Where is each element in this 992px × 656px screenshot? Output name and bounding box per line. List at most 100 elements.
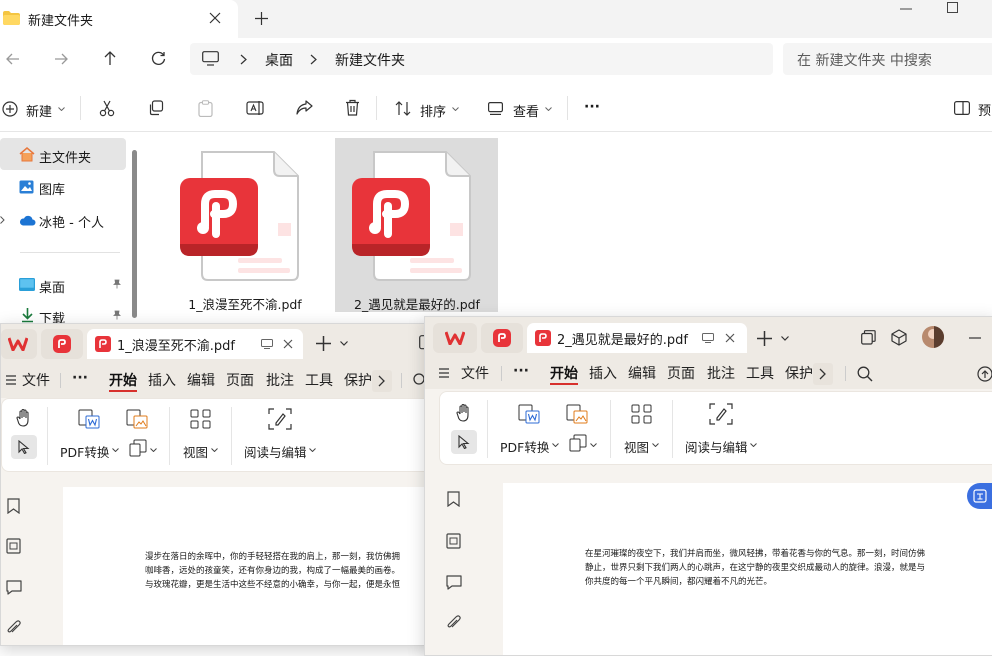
menu-comment[interactable]: 批注 — [266, 370, 294, 390]
hand-tool-icon[interactable] — [456, 404, 472, 422]
menu-more[interactable]: ··· — [72, 370, 88, 386]
minimize-icon[interactable] — [969, 337, 981, 339]
breadcrumb-desktop[interactable]: 桌面 — [265, 50, 293, 70]
preview-pane-icon[interactable] — [954, 101, 970, 115]
pdf-to-image-icon[interactable] — [566, 404, 588, 424]
attachment-icon[interactable] — [446, 615, 462, 631]
copy-icon[interactable] — [148, 100, 164, 116]
forward-icon[interactable] — [54, 52, 68, 66]
bookmark-icon[interactable] — [447, 491, 460, 507]
menu-page[interactable]: 页面 — [226, 370, 254, 390]
address-bar[interactable]: 桌面 新建文件夹 — [190, 43, 773, 75]
hand-tool-icon[interactable] — [16, 409, 32, 427]
view-label[interactable]: 视图 — [624, 437, 649, 456]
menu-edit[interactable]: 编辑 — [187, 370, 215, 390]
select-tool-button[interactable] — [11, 435, 37, 459]
menu-protect[interactable]: 保护 — [344, 370, 372, 390]
menu-scroll-button[interactable] — [813, 363, 833, 385]
read-edit-label[interactable]: 阅读与编辑 — [685, 437, 748, 456]
delete-icon[interactable] — [345, 99, 360, 116]
avatar[interactable] — [922, 326, 944, 348]
wps-doc-tab[interactable]: 1_浪漫至死不渝.pdf — [87, 329, 303, 359]
menu-insert[interactable]: 插入 — [589, 363, 617, 383]
page-tools-icon[interactable] — [129, 439, 147, 457]
new-tab-icon[interactable] — [255, 12, 268, 25]
comment-icon[interactable] — [6, 580, 22, 595]
menu-edit[interactable]: 编辑 — [628, 363, 656, 383]
view-button[interactable]: 查看 — [488, 100, 558, 120]
up-icon[interactable] — [103, 51, 117, 66]
menu-insert[interactable]: 插入 — [148, 370, 176, 390]
upload-cloud-icon[interactable] — [977, 366, 992, 382]
rename-icon[interactable] — [246, 99, 264, 117]
pdf-to-word-icon[interactable] — [518, 404, 540, 424]
wps-home-button[interactable] — [1, 329, 37, 359]
tab-preview-icon[interactable] — [702, 333, 714, 343]
floating-tool-button[interactable] — [967, 483, 992, 509]
view-grid-icon[interactable] — [631, 404, 652, 424]
cube-icon[interactable] — [891, 329, 907, 346]
bookmark-icon[interactable] — [7, 498, 20, 514]
attachment-icon[interactable] — [6, 620, 22, 636]
menu-tools[interactable]: 工具 — [305, 370, 333, 390]
sidebar-item-home[interactable]: 主文件夹 — [0, 146, 126, 166]
hamburger-icon[interactable] — [439, 368, 449, 378]
refresh-icon[interactable] — [151, 51, 166, 66]
menu-more[interactable]: ··· — [513, 363, 529, 379]
search-icon[interactable] — [857, 366, 873, 382]
menu-file[interactable]: 文件 — [461, 363, 489, 383]
tab-preview-icon[interactable] — [261, 339, 273, 349]
close-icon[interactable] — [209, 12, 221, 24]
preview-label[interactable]: 预 — [978, 100, 991, 119]
sidebar-scrollbar[interactable] — [132, 150, 137, 318]
more-button[interactable]: ··· — [584, 99, 600, 115]
new-tab-icon[interactable] — [316, 336, 331, 351]
hamburger-icon[interactable] — [6, 375, 16, 385]
new-tab-icon[interactable] — [757, 331, 772, 346]
minimize-icon[interactable] — [900, 8, 912, 10]
paste-icon[interactable] — [198, 100, 213, 117]
read-edit-icon[interactable] — [268, 408, 292, 430]
menu-page[interactable]: 页面 — [667, 363, 695, 383]
wps-home-button[interactable] — [433, 323, 477, 353]
explorer-tab[interactable]: 新建文件夹 — [0, 0, 238, 38]
read-edit-icon[interactable] — [709, 403, 733, 425]
sidebar-item-gallery[interactable]: 图库 — [0, 178, 126, 198]
file-item[interactable]: 1_浪漫至死不渝.pdf — [165, 140, 325, 312]
chevron-down-icon[interactable] — [340, 341, 348, 346]
menu-start[interactable]: 开始 — [109, 370, 137, 390]
share-icon[interactable] — [296, 100, 313, 116]
thumbnail-icon[interactable] — [446, 533, 461, 549]
menu-comment[interactable]: 批注 — [707, 363, 735, 383]
wps-doc-tab[interactable]: 2_遇见就是最好的.pdf — [527, 323, 747, 353]
page-tools-icon[interactable] — [569, 434, 587, 452]
menu-file[interactable]: 文件 — [22, 370, 50, 390]
sort-button[interactable]: 排序 — [395, 100, 465, 120]
thumbnail-icon[interactable] — [6, 538, 21, 554]
chevron-down-icon[interactable] — [781, 336, 789, 341]
breadcrumb-folder[interactable]: 新建文件夹 — [335, 50, 405, 70]
sidebar-item-onedrive[interactable]: 冰艳 - 个人 — [0, 211, 126, 231]
select-tool-button[interactable] — [451, 430, 477, 454]
back-icon[interactable] — [6, 52, 20, 66]
pdf-to-image-icon[interactable] — [126, 409, 148, 429]
wps-pdf-app-button[interactable] — [481, 323, 523, 353]
menu-tools[interactable]: 工具 — [746, 363, 774, 383]
close-icon[interactable] — [283, 339, 293, 349]
maximize-icon[interactable] — [947, 2, 958, 13]
comment-icon[interactable] — [446, 575, 462, 590]
file-item-selected[interactable]: 2_遇见就是最好的.pdf — [337, 140, 497, 312]
window-mode-icon[interactable] — [861, 330, 876, 345]
search-box[interactable]: 在 新建文件夹 中搜索 — [783, 43, 992, 75]
wps-pdf-app-button[interactable] — [41, 329, 83, 359]
view-grid-icon[interactable] — [190, 409, 211, 429]
close-icon[interactable] — [725, 333, 735, 343]
new-button[interactable]: 新建 — [0, 100, 70, 120]
menu-scroll-button[interactable] — [372, 370, 392, 392]
view-label[interactable]: 视图 — [183, 442, 208, 461]
menu-start[interactable]: 开始 — [550, 363, 578, 383]
pdf-to-word-icon[interactable] — [78, 409, 100, 429]
sidebar-item-desktop[interactable]: 桌面 — [0, 276, 126, 296]
pdf-convert-label[interactable]: PDF转换 — [500, 437, 549, 456]
pdf-convert-label[interactable]: PDF转换 — [60, 442, 109, 461]
